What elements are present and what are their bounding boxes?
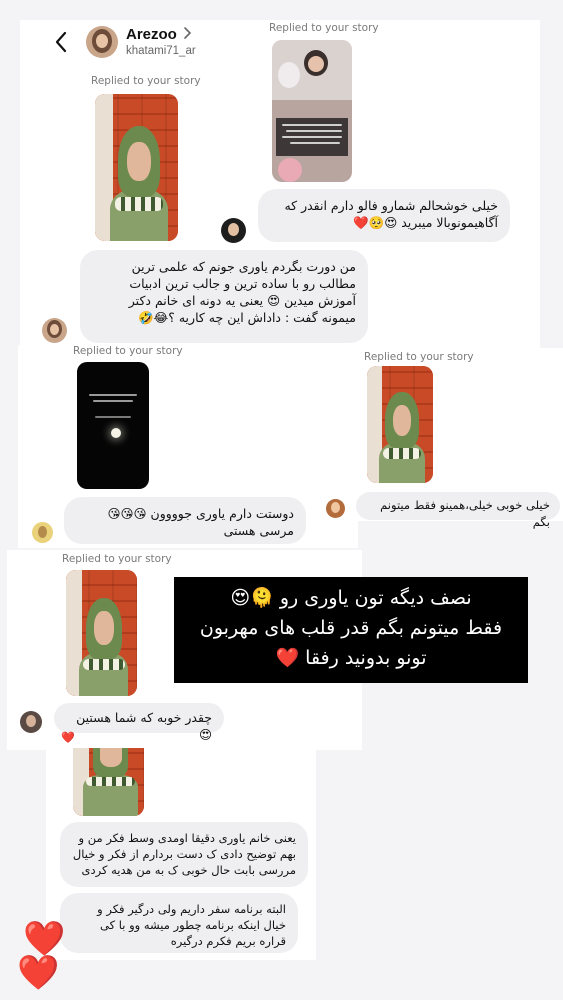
big-heart-icon-1: ❤️ (23, 919, 66, 959)
message-bubble[interactable]: چقدر خوبه که شما هستین 😍 (54, 703, 224, 742)
sender-avatar-5[interactable] (20, 711, 42, 733)
reaction-heart-icon: ❤️ (61, 731, 75, 744)
story-thumbnail-2[interactable] (95, 94, 178, 241)
message-bubble[interactable]: دوستت دارم یاوری جوووون 😘😘😘مرسی هستی (64, 497, 306, 544)
message-bubble[interactable]: من دورت بگردم یاوری جونم که علمی ترین مط… (80, 250, 368, 343)
message-bubble[interactable]: خیلی خوشحالم شمارو فالو دارم انقدر که آگ… (258, 189, 510, 242)
header-avatar[interactable] (86, 26, 118, 58)
banner-line-1: نصف دیگه تون یاوری رو 🫠😍 (230, 587, 472, 609)
chevron-left-icon (55, 31, 67, 53)
header-username[interactable]: Arezoo (126, 26, 177, 43)
banner-line-3: تونو بدونید رفقا ❤️ (275, 647, 427, 669)
story-thumbnail-3[interactable] (77, 362, 149, 489)
replied-label-2: Replied to your story (91, 75, 201, 87)
message-bubble[interactable]: خیلی خوبی خیلی،همینو فقط میتونم بگم (356, 492, 560, 529)
replied-label-1: Replied to your story (269, 22, 379, 34)
chevron-right-icon[interactable] (181, 25, 193, 41)
replied-label-5: Replied to your story (62, 553, 172, 565)
sender-avatar-1[interactable] (221, 218, 246, 243)
replied-label-3: Replied to your story (73, 345, 183, 357)
header-handle: khatami71_ar (126, 45, 196, 57)
caption-banner: نصف دیگه تون یاوری رو 🫠😍 فقط میتونم بگم … (174, 577, 528, 683)
sender-avatar-2[interactable] (42, 318, 67, 343)
story-thumbnail-6[interactable] (73, 748, 144, 816)
message-bubble[interactable]: یعنی خانم یاوری دقیقا اومدی وسط فکر من و… (60, 822, 308, 887)
back-button[interactable] (50, 28, 72, 56)
banner-line-2: فقط میتونم بگم قدر قلب های مهربون (199, 617, 503, 639)
sender-avatar-3[interactable] (32, 522, 53, 543)
story-thumbnail-4[interactable] (367, 366, 433, 483)
story-thumbnail-1[interactable] (272, 40, 352, 182)
story-thumbnail-5[interactable] (66, 570, 137, 696)
sender-avatar-4[interactable] (326, 499, 345, 518)
message-bubble[interactable]: البته برنامه سفر داریم ولی درگیر فکر و خ… (60, 893, 298, 953)
big-heart-icon-2: ❤️ (17, 953, 60, 993)
replied-label-4: Replied to your story (364, 351, 474, 363)
